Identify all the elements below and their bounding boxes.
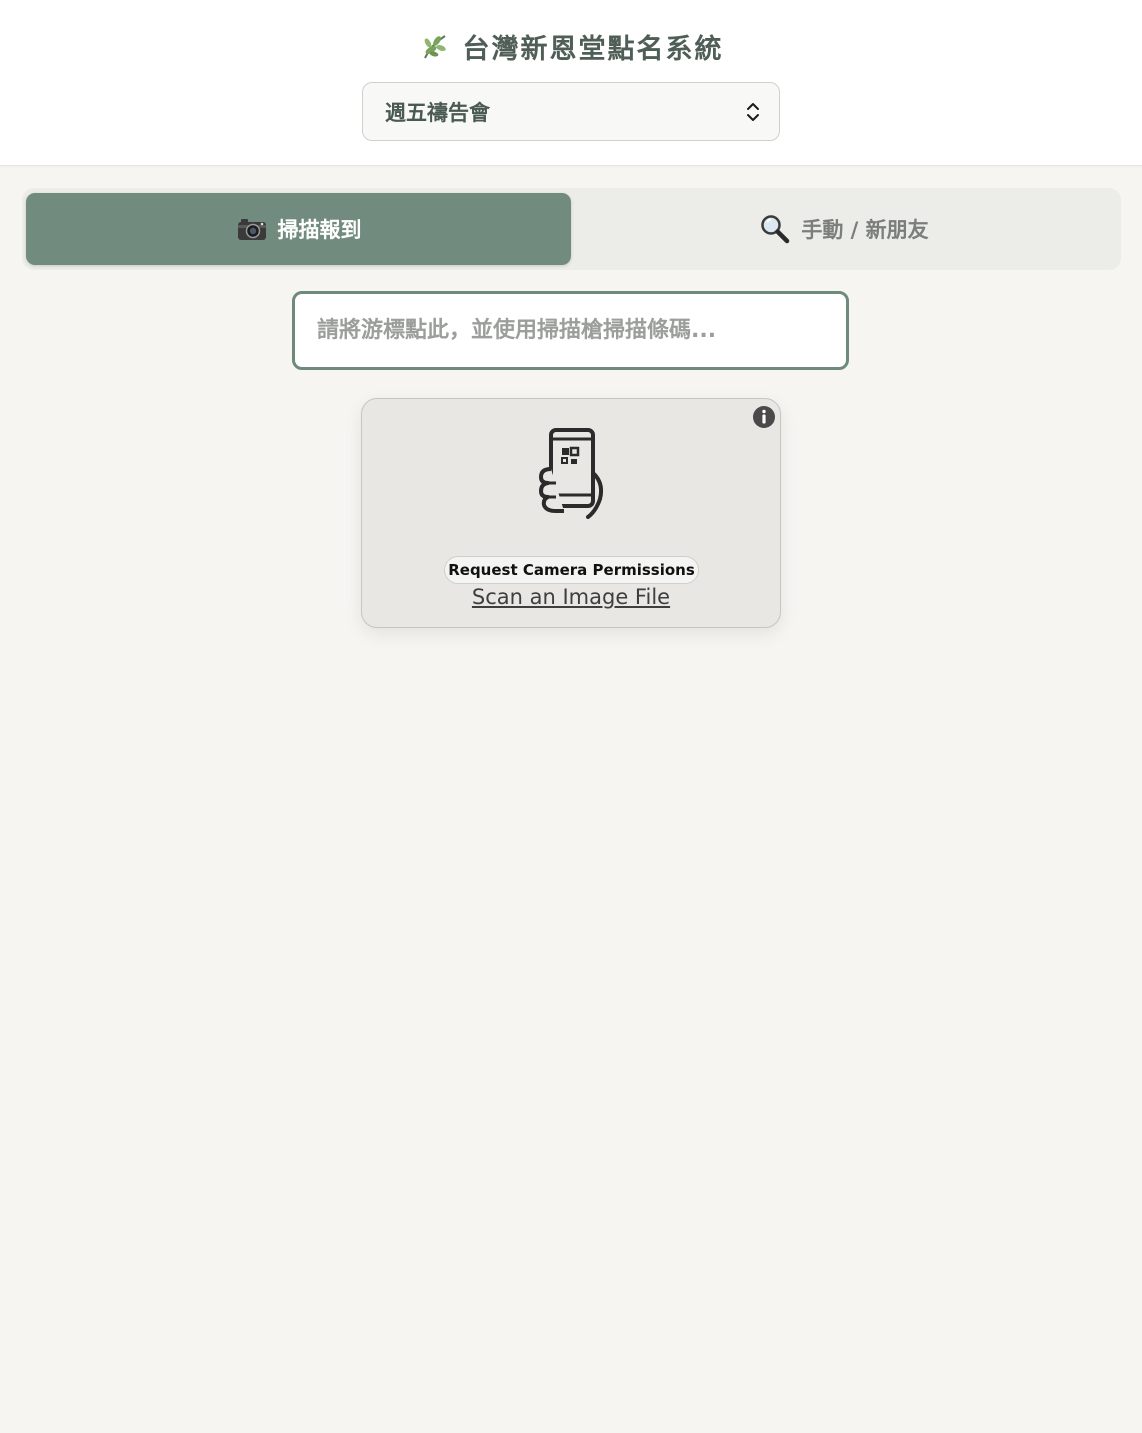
mode-tabs: 掃描報到 手動 / 新朋友 <box>22 188 1121 270</box>
app-header: 台灣新恩堂點名系統 週五禱告會 <box>0 0 1142 166</box>
barcode-input[interactable] <box>292 291 849 370</box>
request-camera-permissions-button[interactable]: Request Camera Permissions <box>444 556 699 584</box>
tab-scan-checkin[interactable]: 掃描報到 <box>26 193 571 265</box>
camera-icon <box>236 213 268 245</box>
phone-qr-scan-icon <box>538 427 608 519</box>
service-select[interactable]: 週五禱告會 <box>362 82 780 141</box>
magnifier-icon <box>759 213 791 245</box>
tab-manual-label: 手動 / 新朋友 <box>801 218 929 242</box>
service-select-value: 週五禱告會 <box>385 100 490 125</box>
qr-scanner-panel: Request Camera Permissions Scan an Image… <box>361 398 781 628</box>
scan-image-file-link[interactable]: Scan an Image File <box>362 585 780 613</box>
info-icon[interactable] <box>752 405 776 429</box>
app-title: 台灣新恩堂點名系統 <box>462 33 724 65</box>
tab-scan-label: 掃描報到 <box>277 218 362 242</box>
chevron-up-down-icon <box>745 100 761 124</box>
leaf-icon <box>419 30 451 62</box>
app-title-row: 台灣新恩堂點名系統 <box>0 26 1142 66</box>
tab-manual-newcomer[interactable]: 手動 / 新朋友 <box>571 193 1117 265</box>
